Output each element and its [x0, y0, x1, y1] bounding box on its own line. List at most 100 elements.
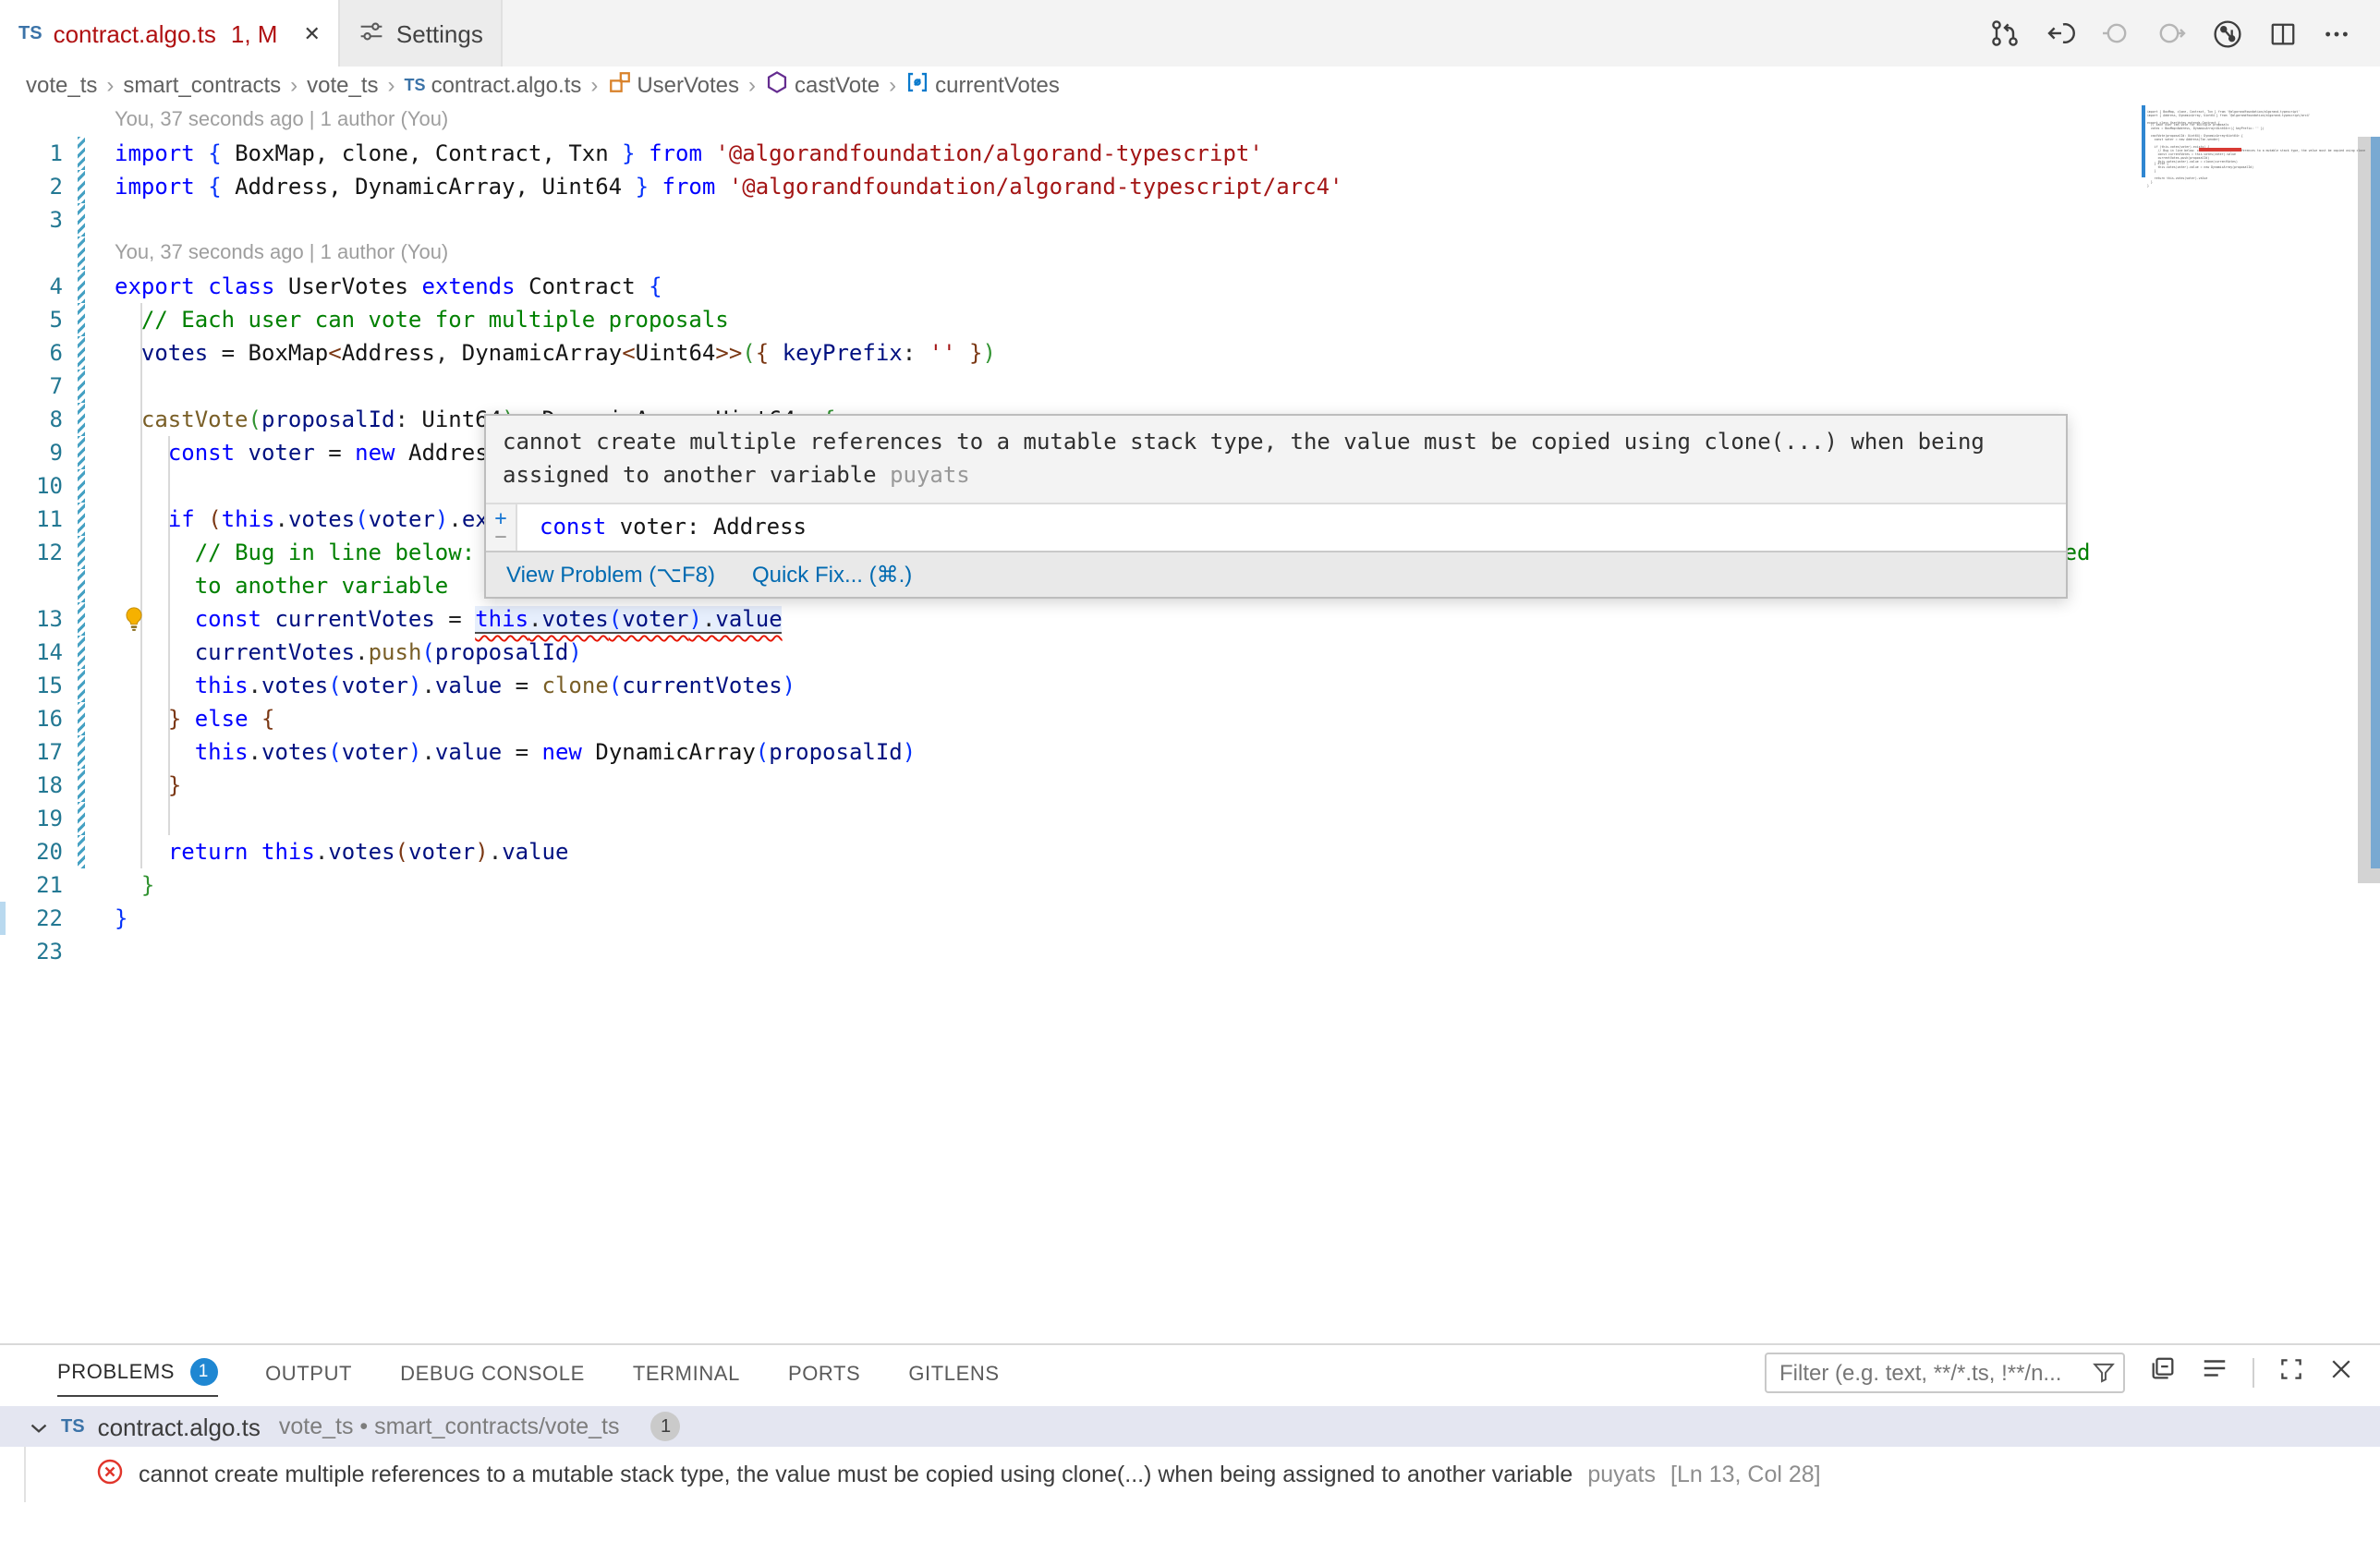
tab-terminal[interactable]: TERMINAL [633, 1351, 740, 1397]
error-location: [Ln 13, Col 28] [1670, 1462, 1821, 1487]
problems-count-badge: 1 [189, 1358, 217, 1386]
breadcrumb-separator-icon: › [748, 72, 756, 98]
git-pull-request-icon[interactable] [1990, 18, 2020, 48]
line-number: 12 [0, 536, 63, 569]
breadcrumb-folder[interactable]: vote_ts [307, 72, 378, 98]
breadcrumb-class[interactable]: UserVotes [607, 70, 739, 100]
code-line[interactable]: 18 } [0, 769, 2380, 802]
code-editor[interactable]: You, 37 seconds ago | 1 author (You)1imp… [0, 103, 2380, 1343]
code-line[interactable]: 3 [0, 203, 2380, 237]
breadcrumb: vote_ts › smart_contracts › vote_ts › TS… [0, 67, 2380, 103]
line-number: 2 [0, 170, 63, 203]
code-line[interactable]: 16 } else { [0, 702, 2380, 735]
code-line[interactable]: 7 [0, 370, 2380, 403]
breadcrumb-method[interactable]: castVote [765, 70, 880, 100]
split-editor-icon[interactable] [2269, 19, 2297, 47]
code-line[interactable]: 5 // Each user can vote for multiple pro… [0, 303, 2380, 336]
error-hover-tooltip: cannot create multiple references to a m… [484, 414, 2068, 599]
code-line[interactable]: 23 [0, 935, 2380, 968]
breadcrumb-separator-icon: › [290, 72, 298, 98]
overview-ruler-modified [2371, 137, 2380, 868]
line-number: 9 [0, 436, 63, 469]
code-line[interactable]: 19 [0, 802, 2380, 835]
close-tab-icon[interactable]: ✕ [303, 21, 320, 45]
problems-filter-input[interactable] [1765, 1353, 2125, 1393]
line-number: 23 [0, 935, 63, 968]
line-number: 11 [0, 503, 63, 536]
problems-file-row[interactable]: TS contract.algo.ts vote_ts • smart_cont… [0, 1406, 2380, 1447]
breadcrumb-folder[interactable]: vote_ts [26, 72, 97, 98]
problems-file-path: vote_ts • smart_contracts/vote_ts [279, 1414, 620, 1439]
line-number: 21 [0, 868, 63, 902]
code-line[interactable]: 14 currentVotes.push(proposalId) [0, 636, 2380, 669]
filter-funnel-icon [2092, 1360, 2116, 1393]
line-number: 5 [0, 303, 63, 336]
code-line[interactable]: 1import { BoxMap, clone, Contract, Txn }… [0, 137, 2380, 170]
line-number: 17 [0, 735, 63, 769]
breadcrumb-separator-icon: › [889, 72, 896, 98]
tab-contract-algo-ts[interactable]: TS contract.algo.ts 1, M ✕ [0, 0, 341, 67]
hover-actions: View Problem (⌥F8) Quick Fix... (⌘.) [486, 551, 2066, 597]
code-line[interactable]: 13 const currentVotes = this.votes(voter… [0, 602, 2380, 636]
line-number: 20 [0, 835, 63, 868]
hover-message: cannot create multiple references to a m… [486, 416, 2066, 503]
breadcrumb-variable[interactable]: currentVotes [905, 70, 1060, 100]
stage-change-icon[interactable] [2101, 18, 2131, 48]
problems-error-row[interactable]: cannot create multiple references to a m… [0, 1447, 2380, 1502]
typescript-file-icon: TS [405, 76, 426, 94]
error-message: cannot create multiple references to a m… [139, 1462, 1572, 1487]
line-number: 13 [0, 602, 63, 636]
tab-settings[interactable]: Settings [341, 0, 504, 67]
line-number: 14 [0, 636, 63, 669]
breadcrumb-file[interactable]: TS contract.algo.ts [405, 72, 582, 98]
commit-graph-icon[interactable] [2212, 18, 2243, 49]
minimap[interactable]: import { BoxMap, clone, Contract, Txn } … [2147, 105, 2365, 190]
chevron-down-icon[interactable] [30, 1413, 48, 1440]
line-number: 7 [0, 370, 63, 403]
code-line[interactable]: 21 } [0, 868, 2380, 902]
panel-controls [1765, 1353, 2354, 1393]
tab-ports[interactable]: PORTS [788, 1351, 860, 1397]
typescript-file-icon: TS [18, 23, 42, 43]
tab-problem-decoration: 1, M [231, 19, 278, 47]
line-number: 18 [0, 769, 63, 802]
diff-remove-icon: − [494, 528, 506, 546]
view-as-list-icon[interactable] [2201, 1354, 2228, 1391]
tab-output[interactable]: OUTPUT [265, 1351, 352, 1397]
view-problem-link[interactable]: View Problem (⌥F8) [506, 562, 715, 588]
previous-change-icon[interactable] [2046, 18, 2075, 48]
tab-label: contract.algo.ts [54, 19, 216, 47]
code-line[interactable]: 6 votes = BoxMap<Address, DynamicArray<U… [0, 336, 2380, 370]
line-number: 19 [0, 802, 63, 835]
line-number: 4 [0, 270, 63, 303]
line-number: 15 [0, 669, 63, 702]
tab-problems[interactable]: PROBLEMS 1 [57, 1345, 217, 1397]
more-actions-icon[interactable] [2323, 19, 2350, 47]
lightbulb-icon[interactable] [122, 606, 146, 641]
code-line[interactable]: 20 return this.votes(voter).value [0, 835, 2380, 868]
group-by-icon[interactable] [2149, 1354, 2177, 1391]
code-line[interactable]: 22} [0, 902, 2380, 935]
quick-fix-preview: + − const voter: Address [486, 503, 2066, 551]
file-problems-count-badge: 1 [651, 1412, 681, 1441]
minimap-error-marker [2199, 148, 2241, 152]
vscode-window: TS contract.algo.ts 1, M ✕ Settings [0, 0, 2380, 1541]
code-line[interactable]: 17 this.votes(voter).value = new Dynamic… [0, 735, 2380, 769]
maximize-panel-icon[interactable] [2278, 1355, 2304, 1390]
quick-fix-link[interactable]: Quick Fix... (⌘.) [752, 562, 912, 588]
symbol-variable-icon [905, 70, 929, 100]
minimap-modified-bar [2142, 105, 2145, 177]
next-change-icon[interactable] [2156, 18, 2186, 48]
line-number: 16 [0, 702, 63, 735]
diff-gutter: + − [486, 504, 517, 551]
code-line[interactable]: 15 this.votes(voter).value = clone(curre… [0, 669, 2380, 702]
problems-file-name: contract.algo.ts [98, 1413, 261, 1440]
code-line[interactable]: 4export class UserVotes extends Contract… [0, 270, 2380, 303]
tab-label: Settings [396, 19, 483, 47]
close-panel-icon[interactable] [2328, 1355, 2354, 1390]
tab-debug-console[interactable]: DEBUG CONSOLE [400, 1351, 585, 1397]
breadcrumb-folder[interactable]: smart_contracts [123, 72, 281, 98]
toolbar-separator [2252, 1358, 2254, 1388]
tab-gitlens[interactable]: GITLENS [908, 1351, 999, 1397]
code-line[interactable]: 2import { Address, DynamicArray, Uint64 … [0, 170, 2380, 203]
